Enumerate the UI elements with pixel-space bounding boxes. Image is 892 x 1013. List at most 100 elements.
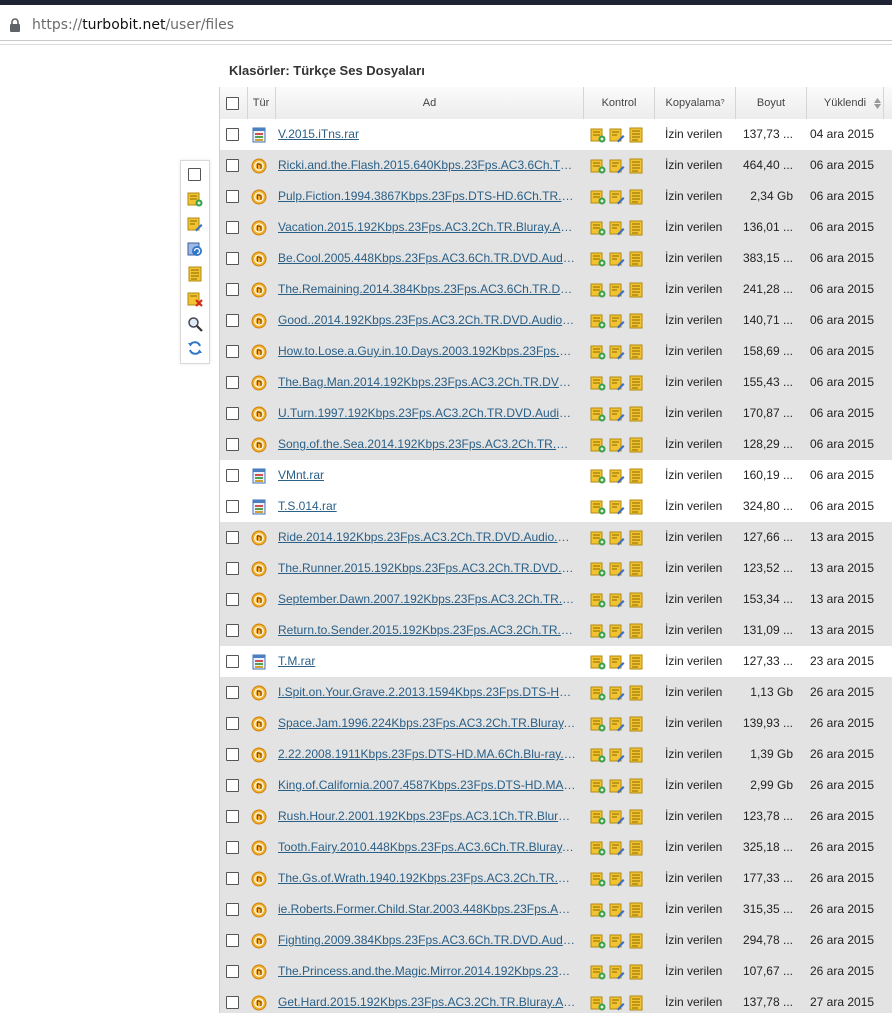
row-checkbox[interactable] <box>226 407 239 420</box>
row-checkbox[interactable] <box>226 376 239 389</box>
row-checkbox[interactable] <box>226 996 239 1009</box>
row-checkbox[interactable] <box>226 159 239 172</box>
file-links-icon[interactable] <box>628 716 644 732</box>
download-file-icon[interactable] <box>590 933 606 949</box>
file-name-link[interactable]: The.Bag.Man.2014.192Kbps.23Fps.AC3.2Ch.T… <box>278 375 576 389</box>
table-row[interactable]: King.of.California.2007.4587Kbps.23Fps.D… <box>220 770 892 802</box>
row-checkbox[interactable] <box>226 934 239 947</box>
file-name-link[interactable]: VMnt.rar <box>278 468 576 482</box>
file-links-icon[interactable] <box>628 220 644 236</box>
sort-arrows-icon[interactable] <box>874 98 881 109</box>
row-checkbox[interactable] <box>226 903 239 916</box>
file-links-icon[interactable] <box>628 561 644 577</box>
table-row[interactable]: Pulp.Fiction.1994.3867Kbps.23Fps.DTS-HD.… <box>220 181 892 213</box>
file-name-link[interactable]: Good..2014.192Kbps.23Fps.AC3.2Ch.TR.DVD.… <box>278 313 576 327</box>
table-row[interactable]: Good..2014.192Kbps.23Fps.AC3.2Ch.TR.DVD.… <box>220 305 892 337</box>
edit-file-icon[interactable] <box>609 716 625 732</box>
row-checkbox[interactable] <box>226 283 239 296</box>
column-uploaded[interactable]: Yüklendi <box>807 87 883 119</box>
download-file-icon[interactable] <box>590 530 606 546</box>
file-name-link[interactable]: Rush.Hour.2.2001.192Kbps.23Fps.AC3.1Ch.T… <box>278 809 576 823</box>
row-checkbox[interactable] <box>226 221 239 234</box>
edit-file-icon[interactable] <box>609 406 625 422</box>
edit-file-icon[interactable] <box>609 685 625 701</box>
download-file-icon[interactable] <box>590 282 606 298</box>
file-links-icon[interactable] <box>628 499 644 515</box>
column-type[interactable]: Tür <box>248 87 274 119</box>
edit-file-icon[interactable] <box>609 220 625 236</box>
row-checkbox[interactable] <box>226 500 239 513</box>
table-row[interactable]: Return.to.Sender.2015.192Kbps.23Fps.AC3.… <box>220 615 892 647</box>
edit-file-icon[interactable] <box>609 964 625 980</box>
file-links-icon[interactable] <box>628 933 644 949</box>
download-file-icon[interactable] <box>590 313 606 329</box>
edit-file-icon[interactable] <box>609 809 625 825</box>
row-checkbox[interactable] <box>226 686 239 699</box>
table-row[interactable]: Ricki.and.the.Flash.2015.640Kbps.23Fps.A… <box>220 150 892 182</box>
row-checkbox[interactable] <box>226 469 239 482</box>
table-row[interactable]: I.Spit.on.Your.Grave.2.2013.1594Kbps.23F… <box>220 677 892 709</box>
edit-file-icon[interactable] <box>609 344 625 360</box>
file-links-icon[interactable] <box>628 313 644 329</box>
edit-file-icon[interactable] <box>609 747 625 763</box>
table-row[interactable]: The.Runner.2015.192Kbps.23Fps.AC3.2Ch.TR… <box>220 553 892 585</box>
table-row[interactable]: Song.of.the.Sea.2014.192Kbps.23Fps.AC3.2… <box>220 429 892 461</box>
row-checkbox[interactable] <box>226 593 239 606</box>
file-name-link[interactable]: ie.Roberts.Former.Child.Star.2003.448Kbp… <box>278 902 576 916</box>
file-name-link[interactable]: Space.Jam.1996.224Kbps.23Fps.AC3.2Ch.TR.… <box>278 716 576 730</box>
table-row[interactable]: How.to.Lose.a.Guy.in.10.Days.2003.192Kbp… <box>220 336 892 368</box>
download-file-icon[interactable] <box>590 654 606 670</box>
refresh-icon[interactable] <box>187 340 203 356</box>
download-file-icon[interactable] <box>590 778 606 794</box>
file-name-link[interactable]: T.M.rar <box>278 654 576 668</box>
file-name-link[interactable]: Return.to.Sender.2015.192Kbps.23Fps.AC3.… <box>278 623 576 637</box>
download-file-icon[interactable] <box>590 437 606 453</box>
file-name-link[interactable]: I.Spit.on.Your.Grave.2.2013.1594Kbps.23F… <box>278 685 576 699</box>
file-links-icon[interactable] <box>628 840 644 856</box>
file-name-link[interactable]: V.2015.iTns.rar <box>278 127 576 141</box>
url-text[interactable]: https://turbobit.net/user/files <box>32 17 234 33</box>
file-links-icon[interactable] <box>628 592 644 608</box>
file-name-link[interactable]: The.Remaining.2014.384Kbps.23Fps.AC3.6Ch… <box>278 282 576 296</box>
row-checkbox[interactable] <box>226 841 239 854</box>
edit-file-icon[interactable] <box>609 902 625 918</box>
download-file-icon[interactable] <box>590 902 606 918</box>
file-name-link[interactable]: Tooth.Fairy.2010.448Kbps.23Fps.AC3.6Ch.T… <box>278 840 576 854</box>
file-links-icon[interactable] <box>628 406 644 422</box>
download-file-icon[interactable] <box>590 592 606 608</box>
file-name-link[interactable]: U.Turn.1997.192Kbps.23Fps.AC3.2Ch.TR.DVD… <box>278 406 576 420</box>
download-file-icon[interactable] <box>590 561 606 577</box>
download-file-icon[interactable] <box>590 995 606 1011</box>
table-row[interactable]: Space.Jam.1996.224Kbps.23Fps.AC3.2Ch.TR.… <box>220 708 892 740</box>
file-links-icon[interactable] <box>628 189 644 205</box>
column-name[interactable]: Ad <box>276 87 583 119</box>
table-row[interactable]: 2.22.2008.1911Kbps.23Fps.DTS-HD.MA.6Ch.B… <box>220 739 892 771</box>
edit-file-icon[interactable] <box>609 995 625 1011</box>
file-links-icon[interactable] <box>628 964 644 980</box>
row-checkbox[interactable] <box>226 345 239 358</box>
edit-file-icon[interactable] <box>609 468 625 484</box>
row-checkbox[interactable] <box>226 531 239 544</box>
download-file-icon[interactable] <box>590 747 606 763</box>
table-row[interactable]: Tooth.Fairy.2010.448Kbps.23Fps.AC3.6Ch.T… <box>220 832 892 864</box>
edit-file-icon[interactable] <box>609 251 625 267</box>
edit-file-icon[interactable] <box>609 282 625 298</box>
table-row[interactable]: V.2015.iTns.rar İzin verilen 137,73 ... 04 … <box>220 119 892 151</box>
delete-icon[interactable] <box>187 291 203 307</box>
toolbox-select-all-checkbox[interactable] <box>188 168 201 181</box>
edit-file-icon[interactable] <box>609 933 625 949</box>
file-links-icon[interactable] <box>628 251 644 267</box>
row-checkbox[interactable] <box>226 128 239 141</box>
table-row[interactable]: Get.Hard.2015.192Kbps.23Fps.AC3.2Ch.TR.B… <box>220 987 892 1013</box>
download-icon[interactable] <box>187 191 203 207</box>
row-checkbox[interactable] <box>226 810 239 823</box>
table-row[interactable]: T.S.014.rar İzin verilen 324,80 ... 06 ara … <box>220 491 892 523</box>
row-checkbox[interactable] <box>226 655 239 668</box>
table-row[interactable]: Vacation.2015.192Kbps.23Fps.AC3.2Ch.TR.B… <box>220 212 892 244</box>
file-name-link[interactable]: Fighting.2009.384Kbps.23Fps.AC3.6Ch.TR.D… <box>278 933 576 947</box>
file-links-icon[interactable] <box>628 871 644 887</box>
row-checkbox[interactable] <box>226 779 239 792</box>
download-file-icon[interactable] <box>590 158 606 174</box>
edit-file-icon[interactable] <box>609 375 625 391</box>
file-links-icon[interactable] <box>628 902 644 918</box>
